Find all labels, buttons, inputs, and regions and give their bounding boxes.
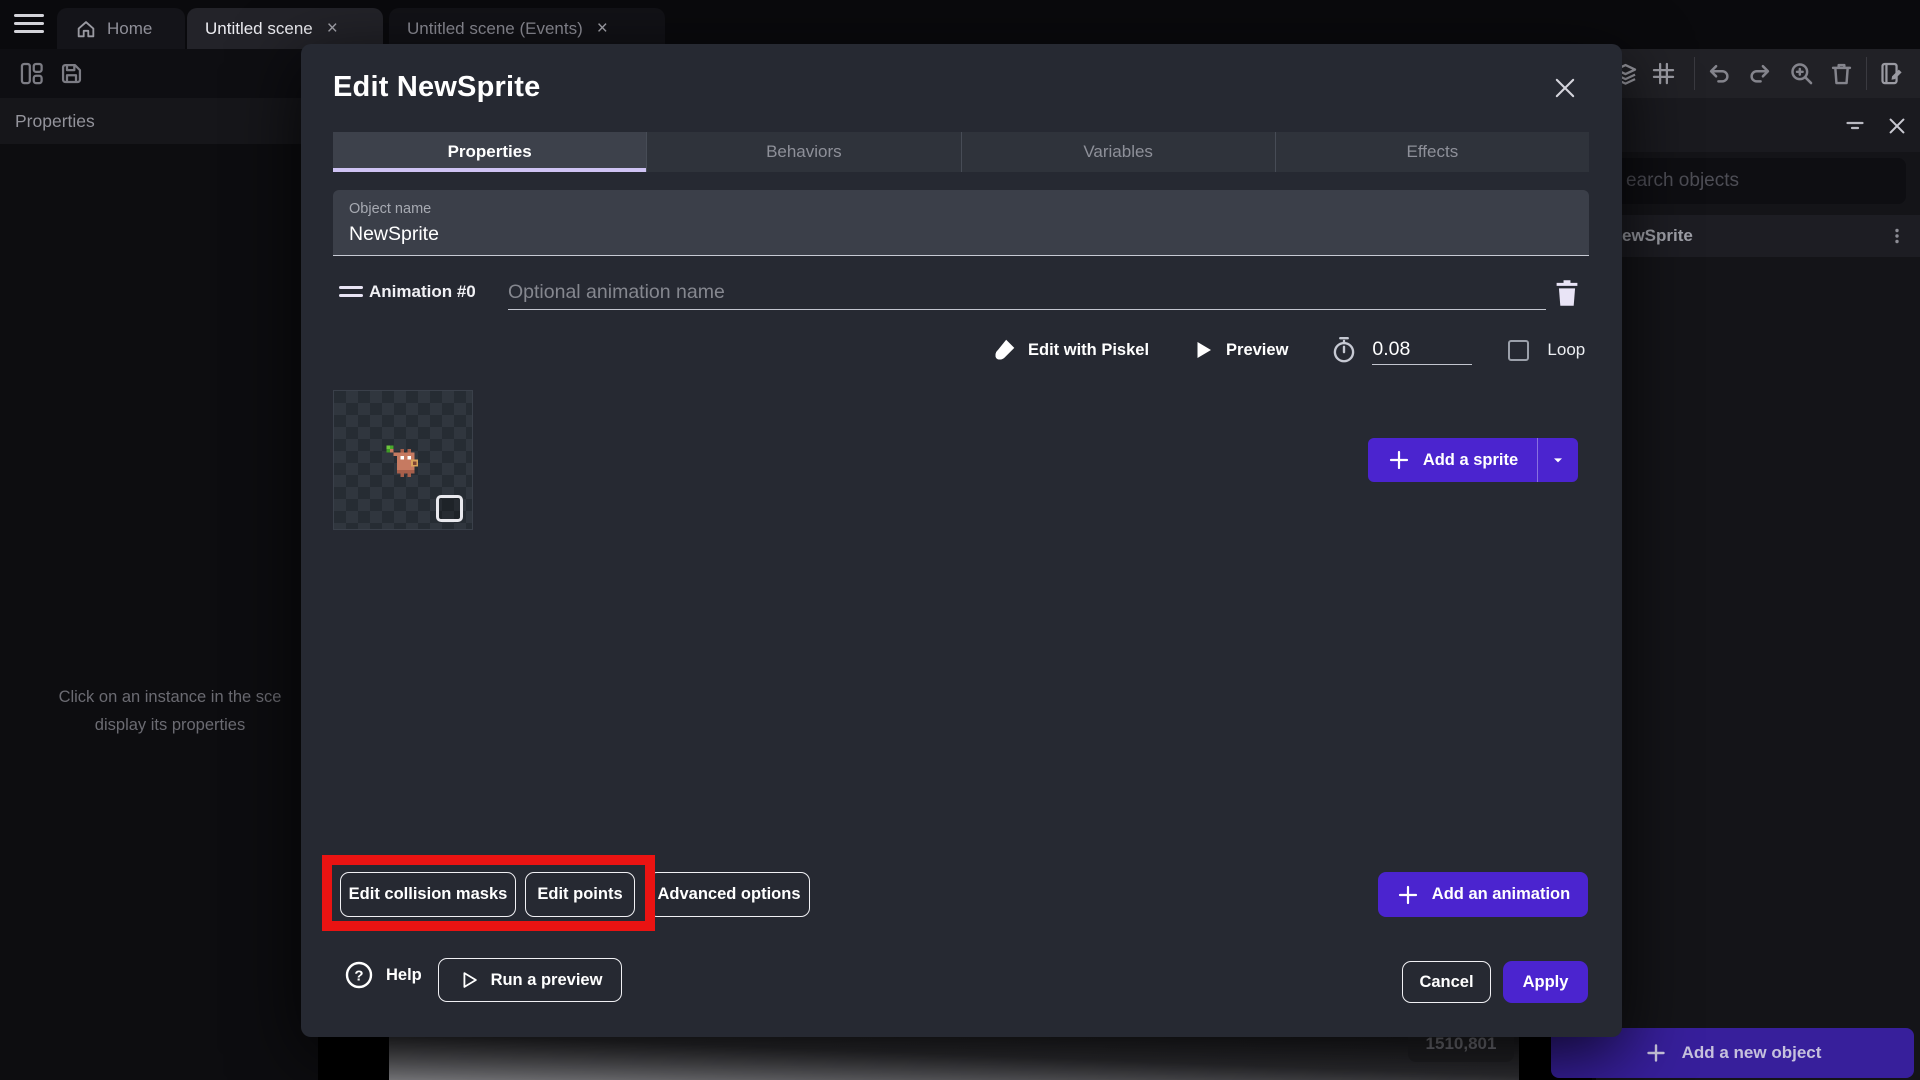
add-sprite-dropdown[interactable] [1538, 438, 1578, 482]
tab-untitled-scene-events[interactable]: Untitled scene (Events) × [389, 8, 665, 49]
search-objects-field[interactable] [1612, 158, 1906, 204]
add-sprite-button[interactable]: Add a sprite [1368, 438, 1578, 482]
trash-icon[interactable] [1828, 60, 1855, 87]
svg-text:?: ? [354, 968, 363, 985]
dialog-tab-bar: Properties Behaviors Variables Effects [333, 132, 1589, 172]
animation-name-input[interactable] [508, 276, 1546, 310]
scene-canvas-sheet[interactable] [389, 1037, 1519, 1080]
apply-button[interactable]: Apply [1503, 961, 1588, 1003]
cancel-button[interactable]: Cancel [1402, 961, 1491, 1003]
play-icon [1197, 342, 1212, 358]
object-list-item-label: ewSprite [1622, 226, 1693, 245]
add-animation-button[interactable]: Add an animation [1378, 872, 1588, 917]
brush-icon [995, 339, 1015, 360]
layout-columns-icon[interactable] [18, 60, 45, 87]
loop-checkbox[interactable] [1508, 339, 1530, 361]
play-outline-icon [463, 972, 477, 988]
animation-label: Animation #0 [369, 282, 476, 301]
hamburger-icon [14, 14, 44, 17]
close-tab-icon[interactable]: × [327, 19, 338, 38]
help-icon: ? [345, 961, 373, 989]
zoom-in-icon[interactable] [1788, 60, 1815, 87]
sprite-frame-thumbnail[interactable] [333, 390, 473, 530]
toolbar-separator [1866, 57, 1867, 90]
redo-icon[interactable] [1746, 60, 1773, 87]
properties-empty-message: Click on an instance in the sce display … [58, 688, 282, 734]
preview-button[interactable]: Preview [1191, 338, 1288, 362]
delete-animation-icon[interactable] [1553, 278, 1581, 308]
advanced-options-button[interactable]: Advanced options [648, 872, 810, 917]
plus-icon [1646, 1044, 1665, 1062]
home-icon [77, 20, 95, 37]
toolbar-separator [1694, 57, 1695, 90]
animation-controls-row: Edit with Piskel Preview Loop [991, 330, 1589, 370]
edit-sprite-dialog: Edit NewSprite Properties Behaviors Vari… [301, 44, 1622, 1037]
properties-panel-title: Properties [15, 110, 95, 131]
timer-icon [1334, 337, 1355, 363]
object-name-field[interactable]: Object name NewSprite [333, 190, 1589, 256]
save-icon[interactable] [58, 60, 85, 87]
properties-panel: Properties Click on an instance in the s… [0, 98, 318, 1080]
help-button[interactable]: ? Help [344, 960, 422, 990]
animation-row: Animation #0 [333, 276, 1589, 316]
dialog-title: Edit NewSprite [333, 71, 541, 103]
pig-sprite-image [386, 445, 418, 477]
gdevelop-app: Home Untitled scene × Untitled scene (Ev… [0, 0, 1920, 1080]
search-objects-input[interactable] [1612, 158, 1906, 204]
tab-home-label: Home [107, 18, 153, 38]
close-panel-icon[interactable] [1886, 115, 1908, 137]
chevron-down-icon [1554, 458, 1562, 463]
plus-icon [1398, 885, 1417, 904]
object-name-label: Object name [349, 201, 432, 217]
add-animation-label: Add an animation [1431, 885, 1571, 903]
main-menu-button[interactable] [14, 14, 44, 35]
object-list-item[interactable]: ewSprite [1596, 215, 1920, 257]
add-sprite-label: Add a sprite [1422, 450, 1519, 469]
plus-icon [1389, 450, 1408, 470]
close-tab-icon[interactable]: × [597, 19, 608, 38]
tab-scene-label: Untitled scene [205, 18, 313, 38]
objects-panel: ewSprite [1596, 98, 1920, 1080]
tab-untitled-scene[interactable]: Untitled scene × [187, 8, 383, 49]
time-between-frames-input[interactable] [1372, 335, 1473, 365]
edit-points-button[interactable]: Edit points [525, 872, 635, 917]
tab-properties[interactable]: Properties [333, 132, 647, 172]
loop-label: Loop [1547, 340, 1586, 359]
object-name-value: NewSprite [349, 223, 439, 245]
frame-select-checkbox[interactable] [436, 495, 463, 522]
add-new-object-label: Add a new object [1681, 1043, 1822, 1062]
tab-home[interactable]: Home [57, 8, 185, 49]
tab-events-label: Untitled scene (Events) [407, 18, 583, 38]
properties-panel-header: Properties [0, 98, 318, 144]
undo-icon[interactable] [1706, 60, 1733, 87]
animation-name-field[interactable] [508, 276, 1546, 310]
objects-panel-header [1596, 98, 1920, 152]
edit-with-piskel-button[interactable]: Edit with Piskel [991, 337, 1149, 363]
drag-handle-icon[interactable] [339, 286, 363, 300]
edit-scene-properties-icon[interactable] [1878, 60, 1905, 87]
edit-collision-masks-button[interactable]: Edit collision masks [340, 872, 516, 917]
grid-icon[interactable] [1650, 60, 1677, 87]
tab-behaviors[interactable]: Behaviors [646, 132, 960, 172]
run-preview-label: Run a preview [490, 970, 603, 989]
help-label: Help [386, 965, 422, 984]
close-dialog-icon[interactable] [1551, 74, 1579, 102]
kebab-menu-icon[interactable] [1888, 227, 1906, 245]
run-preview-button[interactable]: Run a preview [438, 958, 622, 1002]
filter-icon[interactable] [1843, 114, 1867, 138]
top-tab-bar: Home Untitled scene × Untitled scene (Ev… [0, 0, 1920, 49]
tab-variables[interactable]: Variables [960, 132, 1275, 172]
tab-effects[interactable]: Effects [1274, 132, 1589, 172]
